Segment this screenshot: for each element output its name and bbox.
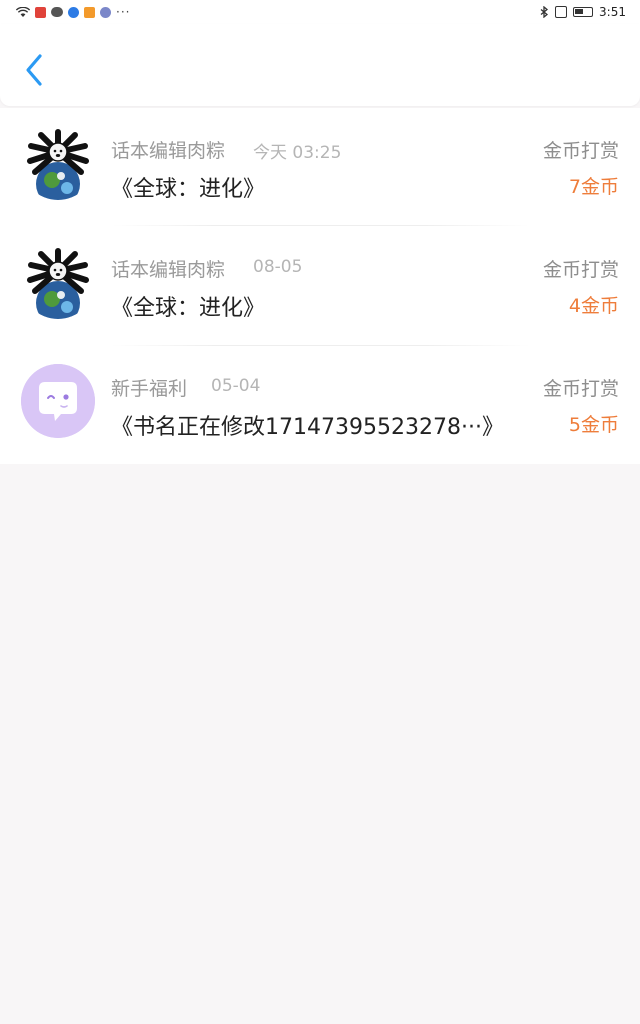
- top-nav-bar: [0, 24, 640, 106]
- book-title: 《书名正在修改17147395523278···》: [111, 415, 504, 440]
- reward-time: 08-05: [253, 257, 303, 277]
- sender-name: 话本编辑肉粽: [111, 259, 226, 281]
- coin-amount: 5金币: [568, 414, 619, 436]
- book-title: 《全球：进化》: [111, 296, 266, 321]
- globe-meme-avatar: [21, 126, 95, 200]
- reward-type: 金币打赏: [542, 140, 619, 162]
- more-notifications-indicator: ···: [116, 5, 131, 19]
- list-item[interactable]: 新手福利 05-04 《书名正在修改17147395523278···》 金币打…: [0, 346, 640, 464]
- chevron-left-icon: [26, 54, 42, 86]
- sender-name: 新手福利: [111, 378, 188, 400]
- row-divider: [111, 225, 530, 226]
- chat-bubble-avatar: [21, 364, 95, 438]
- back-button[interactable]: [16, 50, 52, 90]
- coin-amount: 7金币: [568, 176, 619, 198]
- reward-time: 05-04: [211, 376, 261, 396]
- bluetooth-icon: [540, 6, 549, 18]
- sender-name: 话本编辑肉粽: [111, 140, 226, 162]
- app-purple-icon: [100, 6, 111, 18]
- app-orange-icon: [84, 6, 95, 18]
- book-title: 《全球：进化》: [111, 177, 266, 202]
- wechat-icon: [51, 7, 63, 17]
- reward-type: 金币打赏: [542, 259, 619, 281]
- app-blue-icon: [68, 6, 79, 18]
- coin-amount: 4金币: [568, 295, 619, 317]
- globe-meme-avatar: [21, 245, 95, 319]
- reward-type: 金币打赏: [542, 378, 619, 400]
- status-bar-left: ···: [0, 5, 130, 19]
- vibrate-icon: [555, 6, 568, 18]
- status-bar-right: 3:51: [540, 5, 640, 19]
- list-item[interactable]: 话本编辑肉粽 08-05 《全球：进化》 金币打赏 4金币: [0, 227, 640, 346]
- reward-record-list: 话本编辑肉粽 今天 03:25 《全球：进化》 金币打赏 7金币 话本编辑肉粽 …: [0, 108, 640, 464]
- app-red-icon: [35, 6, 46, 18]
- status-time: 3:51: [599, 5, 626, 19]
- battery-icon: [573, 7, 594, 17]
- reward-time: 今天 03:25: [253, 143, 342, 163]
- wifi-icon: [16, 6, 30, 17]
- status-bar: ··· 3:51: [0, 0, 640, 24]
- list-item[interactable]: 话本编辑肉粽 今天 03:25 《全球：进化》 金币打赏 7金币: [0, 108, 640, 226]
